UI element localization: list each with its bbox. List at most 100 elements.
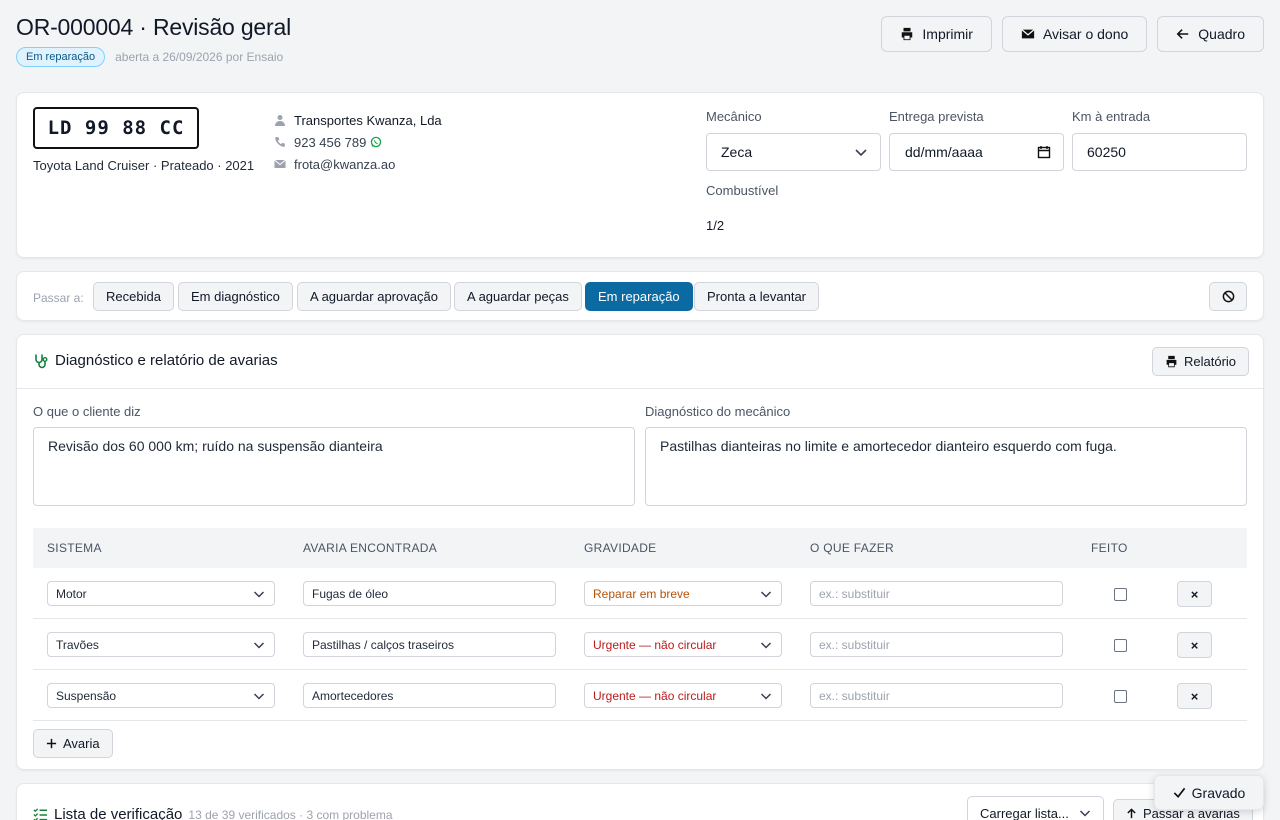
calendar-icon[interactable] bbox=[1037, 145, 1051, 159]
client-report-label: O que o cliente diz bbox=[33, 404, 141, 419]
section-divider bbox=[17, 388, 1263, 389]
phone-icon bbox=[275, 137, 285, 147]
system-select[interactable]: Suspensão bbox=[47, 683, 275, 708]
table-row: Travões Pastilhas / calços traseiros Urg… bbox=[33, 619, 1247, 670]
mechanic-select[interactable]: Zeca bbox=[706, 133, 881, 171]
delivery-label: Entrega prevista bbox=[889, 109, 984, 124]
km-input[interactable]: 60250 bbox=[1072, 133, 1247, 171]
status-option-recebida[interactable]: Recebida bbox=[93, 282, 174, 311]
severity-value: Urgente — não circular bbox=[593, 688, 717, 703]
chevron-down-icon bbox=[855, 149, 867, 157]
load-list-label: Carregar lista... bbox=[980, 805, 1069, 820]
add-fault-button[interactable]: Avaria bbox=[33, 729, 113, 758]
mechanic-label: Mecânico bbox=[706, 109, 762, 124]
opened-meta: aberta a 26/09/2026 por Ensaio bbox=[115, 50, 284, 64]
col-fault: AVARIA ENCONTRADA bbox=[303, 541, 438, 555]
stethoscope-icon bbox=[35, 354, 48, 368]
system-value: Motor bbox=[56, 586, 87, 601]
status-option-em-diagnostico[interactable]: Em diagnóstico bbox=[178, 282, 293, 311]
vehicle-description: Toyota Land Cruiser · Prateado · 2021 bbox=[33, 158, 255, 173]
add-fault-label: Avaria bbox=[63, 736, 100, 751]
print-button[interactable]: Imprimir bbox=[881, 16, 992, 52]
report-button-label: Relatório bbox=[1184, 354, 1237, 369]
fault-input[interactable]: Pastilhas / calços traseiros bbox=[303, 632, 556, 657]
page-header: OR-000004 · Revisão geral Em reparação a… bbox=[16, 14, 1264, 74]
diagnostic-title: Diagnóstico e relatório de avarias bbox=[55, 352, 278, 369]
notify-owner-label: Avisar o dono bbox=[1042, 26, 1129, 42]
diagnostic-section-title: Diagnóstico e relatório de avarias bbox=[33, 352, 278, 369]
diagnostic-card: Diagnóstico e relatório de avarias Relat… bbox=[16, 334, 1264, 770]
checklist-title: Lista de verificação bbox=[54, 806, 183, 820]
arrow-left-icon bbox=[1176, 29, 1189, 39]
chevron-down-icon bbox=[253, 590, 265, 598]
mechanic-value: Zeca bbox=[721, 144, 753, 160]
print-button-label: Imprimir bbox=[922, 26, 973, 42]
cancel-order-button[interactable] bbox=[1209, 282, 1247, 311]
fault-input[interactable]: Amortecedores bbox=[303, 683, 556, 708]
remove-row-button[interactable]: × bbox=[1177, 683, 1212, 709]
todo-input[interactable]: ex.: substituir bbox=[810, 632, 1063, 657]
report-button[interactable]: Relatório bbox=[1152, 347, 1250, 376]
customer-phone: 923 456 789 bbox=[294, 134, 367, 150]
delivery-date-input[interactable]: dd/mm/aaaa bbox=[889, 133, 1064, 171]
col-severity: GRAVIDADE bbox=[584, 541, 657, 555]
fault-input[interactable]: Fugas de óleo bbox=[303, 581, 556, 606]
client-report-textarea[interactable]: Revisão dos 60 000 km; ruído na suspensã… bbox=[33, 427, 635, 506]
table-row: Motor Fugas de óleo Reparar em breve ex.… bbox=[33, 568, 1247, 619]
check-icon bbox=[1173, 787, 1185, 798]
km-value: 60250 bbox=[1087, 144, 1126, 160]
severity-select[interactable]: Reparar em breve bbox=[584, 581, 782, 606]
done-checkbox[interactable] bbox=[1114, 639, 1127, 652]
severity-select[interactable]: Urgente — não circular bbox=[584, 632, 782, 657]
severity-value: Reparar em breve bbox=[593, 586, 690, 601]
todo-input[interactable]: ex.: substituir bbox=[810, 683, 1063, 708]
status-option-em-reparacao[interactable]: Em reparação bbox=[585, 282, 693, 311]
customer-name: Transportes Kwanza, Lda bbox=[294, 112, 442, 128]
load-list-select[interactable]: Carregar lista... bbox=[967, 796, 1104, 820]
mechanic-diagnosis-label: Diagnóstico do mecânico bbox=[645, 404, 791, 419]
envelope-icon bbox=[1021, 29, 1035, 39]
severity-select[interactable]: Urgente — não circular bbox=[584, 683, 782, 708]
vehicle-card: LD 99 88 CC Toyota Land Cruiser · Pratea… bbox=[16, 92, 1264, 258]
checklist-card: Lista de verificação 13 de 39 verificado… bbox=[16, 783, 1264, 820]
km-label: Km à entrada bbox=[1072, 109, 1151, 124]
notify-owner-button[interactable]: Avisar o dono bbox=[1001, 16, 1148, 52]
system-select[interactable]: Motor bbox=[47, 581, 275, 606]
remove-row-button[interactable]: × bbox=[1177, 632, 1212, 658]
license-plate: LD 99 88 CC bbox=[33, 107, 199, 149]
user-icon bbox=[275, 115, 285, 126]
chevron-down-icon bbox=[760, 641, 772, 649]
status-option-pronta-levantar[interactable]: Pronta a levantar bbox=[694, 282, 820, 311]
back-to-board-button[interactable]: Quadro bbox=[1157, 16, 1264, 52]
todo-input[interactable]: ex.: substituir bbox=[810, 581, 1063, 606]
chevron-down-icon bbox=[253, 692, 265, 700]
system-value: Suspensão bbox=[56, 688, 117, 703]
checklist-section-title: Lista de verificação 13 de 39 verificado… bbox=[33, 806, 393, 820]
done-checkbox[interactable] bbox=[1114, 690, 1127, 703]
whatsapp-icon[interactable] bbox=[370, 136, 382, 148]
status-option-aguardar-pecas[interactable]: A aguardar peças bbox=[454, 282, 582, 311]
ban-icon bbox=[1222, 290, 1234, 303]
customer-contact: Transportes Kwanza, Lda 923 456 789 frot… bbox=[274, 109, 442, 175]
table-row: Suspensão Amortecedores Urgente — não ci… bbox=[33, 670, 1247, 721]
back-to-board-label: Quadro bbox=[1198, 26, 1245, 42]
envelope-icon bbox=[274, 159, 286, 168]
saved-toast: Gravado bbox=[1154, 775, 1264, 810]
mechanic-diagnosis-textarea[interactable]: Pastilhas dianteiras no limite e amortec… bbox=[645, 427, 1247, 506]
checklist-summary: 13 de 39 verificados · 3 com problema bbox=[188, 807, 393, 820]
saved-toast-text: Gravado bbox=[1191, 784, 1246, 801]
status-option-aguardar-aprovacao[interactable]: A aguardar aprovação bbox=[297, 282, 451, 311]
chevron-down-icon bbox=[760, 692, 772, 700]
chevron-down-icon bbox=[253, 641, 265, 649]
system-select[interactable]: Travões bbox=[47, 632, 275, 657]
printer-icon bbox=[902, 27, 913, 41]
list-check-icon bbox=[33, 808, 48, 820]
severity-value: Urgente — não circular bbox=[593, 637, 717, 652]
faults-table-header: SISTEMA AVARIA ENCONTRADA GRAVIDADE O QU… bbox=[33, 528, 1247, 568]
system-value: Travões bbox=[56, 637, 99, 652]
col-todo: O QUE FAZER bbox=[810, 541, 894, 555]
remove-row-button[interactable]: × bbox=[1177, 581, 1212, 607]
status-badge: Em reparação bbox=[16, 47, 106, 67]
done-checkbox[interactable] bbox=[1114, 588, 1127, 601]
chevron-down-icon bbox=[1079, 810, 1090, 817]
